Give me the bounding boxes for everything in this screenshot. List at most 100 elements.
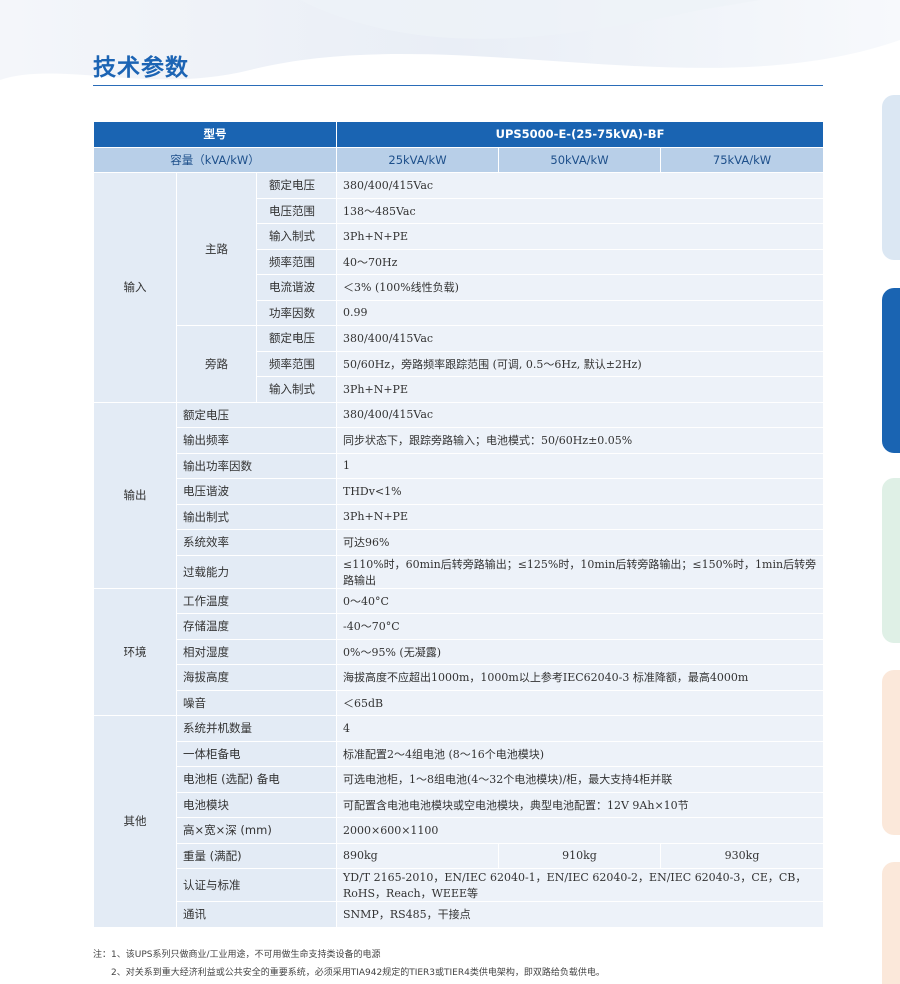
param-value: 1: [335, 452, 825, 479]
section-other: 其他: [93, 715, 177, 928]
table-row: 高×宽×深 (mm) 2000×600×1100: [94, 817, 825, 844]
param-name: 认证与标准: [176, 868, 337, 902]
param-name: 功率因数: [256, 299, 337, 326]
param-name: 相对湿度: [176, 638, 337, 665]
section-input: 输入: [93, 172, 177, 403]
param-name: 高×宽×深 (mm): [176, 817, 337, 844]
table-row: 噪音 ＜65dB: [94, 689, 825, 716]
section-output: 输出: [93, 401, 177, 589]
table-row: 电池模块 可配置含电池电池模块或空电池模块，典型电池配置：12V 9Ah×10节: [94, 791, 825, 818]
param-name: 额定电压: [256, 325, 337, 352]
table-row: 输入 主路 额定电压 380/400/415Vac: [93, 172, 825, 403]
table-row: 环境 工作温度 0～40°C: [93, 587, 825, 716]
param-value: 138～485Vac: [335, 197, 825, 224]
param-value: 可达96%: [335, 529, 825, 556]
param-value: 2000×600×1100: [335, 817, 825, 844]
footnote-1: 注：1、该UPS系列只做商业/工业用途，不可用做生命支持类设备的电源: [93, 950, 381, 960]
param-value: ＜65dB: [335, 689, 825, 716]
table-row: 旁路 额定电压 380/400/415Vac: [94, 325, 825, 403]
weight-25: 890kg: [336, 842, 499, 869]
model-label: 型号: [93, 121, 337, 148]
param-name: 输出功率因数: [176, 452, 337, 479]
table-row: 输出频率 同步状态下，跟踪旁路输入；电池模式：50/60Hz±0.05%: [94, 427, 825, 454]
spec-table: 型号 UPS5000-E-(25-75kVA)-BF 容量（kVA/kW） 25…: [93, 121, 825, 928]
param-name: 一体柜备电: [176, 740, 337, 767]
param-value: 380/400/415Vac: [335, 325, 825, 352]
weight-50: 910kg: [498, 842, 661, 869]
param-name: 额定电压: [256, 172, 337, 199]
param-name: 存储温度: [176, 613, 337, 640]
param-name: 通讯: [176, 901, 337, 928]
param-value: 3Ph+N+PE: [335, 223, 825, 250]
table-row: 相对湿度 0%～95% (无凝露): [94, 638, 825, 665]
param-name: 电压谐波: [176, 478, 337, 505]
param-value: 标准配置2～4组电池 (8～16个电池模块): [335, 740, 825, 767]
footnotes: 注：1、该UPS系列只做商业/工业用途，不可用做生命支持类设备的电源 2、对关系…: [93, 946, 605, 982]
table-row: 输出 额定电压 380/400/415Vac: [93, 401, 825, 589]
model-value: UPS5000-E-(25-75kVA)-BF: [335, 121, 825, 148]
table-header-row: 型号 UPS5000-E-(25-75kVA)-BF: [93, 121, 825, 148]
table-row: 重量 (满配) 890kg 910kg 930kg: [94, 842, 825, 869]
param-name: 工作温度: [176, 587, 337, 614]
param-name: 重量 (满配): [176, 842, 337, 869]
param-value: 40～70Hz: [335, 248, 825, 275]
param-name: 噪音: [176, 689, 337, 716]
param-value: 3Ph+N+PE: [335, 376, 825, 403]
param-name: 额定电压: [176, 401, 337, 428]
param-name: 电压范围: [256, 197, 337, 224]
capacity-row: 容量（kVA/kW） 25kVA/kW 50kVA/kW 75kVA/kW: [93, 146, 825, 173]
param-value: 4: [335, 715, 825, 742]
table-row: 一体柜备电 标准配置2～4组电池 (8～16个电池模块): [94, 740, 825, 767]
table-row: 认证与标准 YD/T 2165-2010，EN/IEC 62040-1，EN/I…: [94, 868, 825, 902]
param-name: 电池模块: [176, 791, 337, 818]
param-value: 同步状态下，跟踪旁路输入；电池模式：50/60Hz±0.05%: [335, 427, 825, 454]
capacity-50: 50kVA/kW: [498, 146, 661, 173]
param-value: 0.99: [335, 299, 825, 326]
param-name: 电池柜 (选配) 备电: [176, 766, 337, 793]
table-row: 通讯 SNMP，RS485，干接点: [94, 901, 825, 928]
param-value: ＜3% (100%线性负载): [335, 274, 825, 301]
side-tab-decoration: [882, 95, 900, 984]
param-name: 系统并机数量: [176, 715, 337, 742]
capacity-label: 容量（kVA/kW）: [93, 146, 337, 173]
capacity-75: 75kVA/kW: [659, 146, 825, 173]
param-name: 海拔高度: [176, 664, 337, 691]
weight-75: 930kg: [659, 842, 825, 869]
param-value: 50/60Hz，旁路频率跟踪范围 (可调, 0.5～6Hz, 默认±2Hz): [335, 350, 825, 377]
footnote-2: 2、对关系到重大经济利益或公共安全的重要系统，必须采用TIA942规定的TIER…: [111, 968, 605, 978]
param-name: 输入制式: [256, 376, 337, 403]
table-row: 输出功率因数 1: [94, 452, 825, 479]
param-name: 系统效率: [176, 529, 337, 556]
table-row: 存储温度 -40～70°C: [94, 613, 825, 640]
table-row: 海拔高度 海拔高度不应超出1000m，1000m以上参考IEC62040-3 标…: [94, 664, 825, 691]
param-value: 可选电池柜，1～8组电池(4～32个电池模块)/柜，最大支持4柜并联: [335, 766, 825, 793]
param-name: 输入制式: [256, 223, 337, 250]
param-value: YD/T 2165-2010，EN/IEC 62040-1，EN/IEC 620…: [335, 868, 825, 902]
param-value: THDv<1%: [335, 478, 825, 505]
section-environment: 环境: [93, 587, 177, 716]
param-value: 海拔高度不应超出1000m，1000m以上参考IEC62040-3 标准降额，最…: [335, 664, 825, 691]
param-value: -40～70°C: [335, 613, 825, 640]
table-row: 电压谐波 THDv<1%: [94, 478, 825, 505]
table-row: 电池柜 (选配) 备电 可选电池柜，1～8组电池(4～32个电池模块)/柜，最大…: [94, 766, 825, 793]
param-value: ≤110%时，60min后转旁路输出；≤125%时，10min后转旁路输出；≤1…: [335, 554, 825, 589]
param-name: 频率范围: [256, 248, 337, 275]
param-value: 可配置含电池电池模块或空电池模块，典型电池配置：12V 9Ah×10节: [335, 791, 825, 818]
param-value: SNMP，RS485，干接点: [335, 901, 825, 928]
param-value: 0%～95% (无凝露): [335, 638, 825, 665]
table-row: 过载能力 ≤110%时，60min后转旁路输出；≤125%时，10min后转旁路…: [94, 554, 825, 589]
param-value: 380/400/415Vac: [335, 172, 825, 199]
title-divider: [93, 85, 823, 86]
param-value: 380/400/415Vac: [335, 401, 825, 428]
page-title: 技术参数: [93, 55, 189, 81]
param-value: 3Ph+N+PE: [335, 503, 825, 530]
param-name: 电流谐波: [256, 274, 337, 301]
param-name: 输出制式: [176, 503, 337, 530]
subsection-main: 主路: [176, 172, 257, 326]
table-row: 其他 系统并机数量 4: [93, 715, 825, 928]
subsection-bypass: 旁路: [176, 325, 257, 403]
param-name: 过载能力: [176, 554, 337, 589]
param-name: 输出频率: [176, 427, 337, 454]
table-row: 系统效率 可达96%: [94, 529, 825, 556]
param-name: 频率范围: [256, 350, 337, 377]
